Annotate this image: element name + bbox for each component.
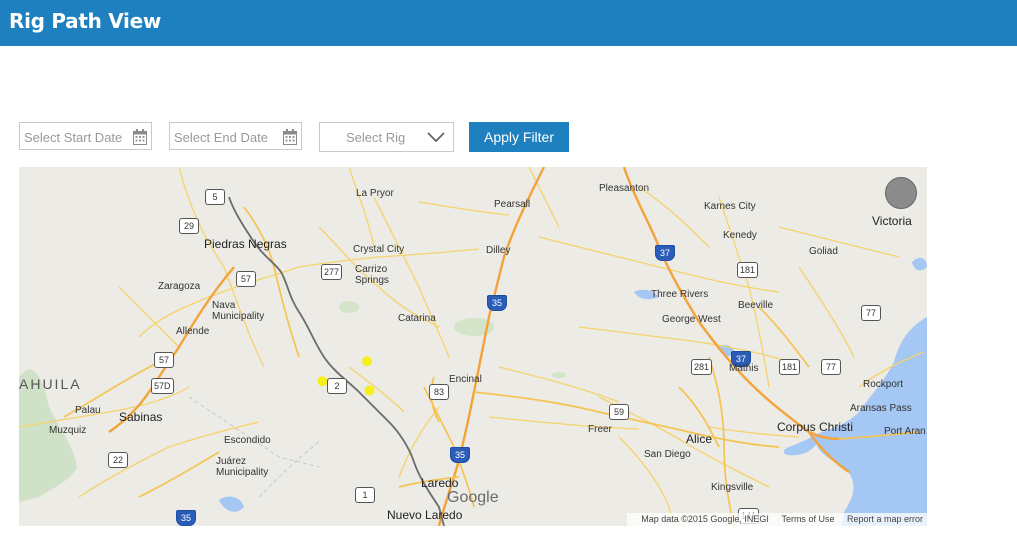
highway-shield-37: 37 <box>655 245 675 261</box>
highway-shield-281: 281 <box>691 359 713 375</box>
city-muzquiz: Muzquiz <box>49 425 87 436</box>
calendar-icon[interactable] <box>283 129 297 145</box>
rig-select-value: Select Rig <box>346 130 406 145</box>
map-data-credit: Map data ©2015 Google, INEGI <box>641 514 769 524</box>
apply-filter-button[interactable]: Apply Filter <box>469 122 569 152</box>
highway-shield-35: 35 <box>487 295 507 311</box>
chevron-down-icon <box>427 132 445 143</box>
highway-shield-57: 57 <box>236 271 256 287</box>
city-laredo: Laredo <box>421 476 459 490</box>
city-nuevo-laredo: Nuevo Laredo <box>387 508 463 522</box>
city-catarina: Catarina <box>398 313 436 324</box>
city-three-rivers: Three Rivers <box>651 289 709 300</box>
city-escondido: Escondido <box>224 435 271 446</box>
street-view-pegman-icon[interactable] <box>885 177 917 209</box>
report-map-error-link[interactable]: Report a map error <box>847 514 923 524</box>
city-nava: Nava Municipality <box>212 300 265 322</box>
city-sabinas: Sabinas <box>119 410 163 424</box>
rig-path-map[interactable]: 5 29 57 277 35 37 181 77 57 57D 2 83 59 281 37 181 77 22 1… <box>19 167 927 526</box>
city-karnes-city: Karnes City <box>704 201 756 212</box>
city-freer: Freer <box>588 424 612 435</box>
city-kingsville: Kingsville <box>711 482 754 493</box>
city-palau: Palau <box>75 405 101 416</box>
highway-shield-1: 1 <box>355 487 375 503</box>
google-logo: Google <box>447 489 499 506</box>
page-title: Rig Path View <box>9 9 162 33</box>
end-date-input[interactable]: Select End Date <box>169 122 302 150</box>
city-piedras-negras: Piedras Negras <box>204 237 287 251</box>
city-crystal-city: Crystal City <box>353 244 405 255</box>
city-dilley: Dilley <box>486 245 511 256</box>
highway-shield-22: 22 <box>108 452 128 468</box>
calendar-icon[interactable] <box>133 129 147 145</box>
city-aransas-pass: Aransas Pass <box>850 403 912 414</box>
highway-shield-57D: 57D <box>151 378 174 394</box>
city-mathis: Mathis <box>729 363 759 374</box>
highway-shield-77: 77 <box>821 359 841 375</box>
rig-select[interactable]: Select Rig <box>319 122 454 152</box>
highway-shield-277: 277 <box>321 264 343 280</box>
highway-shield-35: 35 <box>450 447 470 463</box>
highway-shield-59: 59 <box>609 404 629 420</box>
city-port-aransas: Port Aran <box>884 426 926 437</box>
highway-shield-181: 181 <box>737 262 759 278</box>
map-base <box>19 167 927 526</box>
start-date-placeholder: Select Start Date <box>24 130 123 145</box>
city-pearsall: Pearsall <box>494 199 531 210</box>
rig-point-2[interactable] <box>317 376 328 387</box>
city-rockport: Rockport <box>863 379 904 390</box>
end-date-placeholder: Select End Date <box>174 130 268 145</box>
start-date-input[interactable]: Select Start Date <box>19 122 152 150</box>
highway-shield-181: 181 <box>779 359 801 375</box>
page-header: Rig Path View <box>0 0 1017 46</box>
city-alice: Alice <box>686 432 713 446</box>
highway-shield-57: 57 <box>154 352 174 368</box>
city-corpus-christi: Corpus Christi <box>777 420 854 434</box>
city-beeville: Beeville <box>738 300 774 311</box>
city-la-pryor: La Pryor <box>356 188 394 199</box>
city-encinal: Encinal <box>449 374 482 385</box>
highway-shield-35: 35 <box>176 510 196 526</box>
city-kenedy: Kenedy <box>723 230 757 241</box>
rig-point-1[interactable] <box>362 356 373 367</box>
highway-shield-2: 2 <box>327 378 347 394</box>
city-george-west: George West <box>662 314 721 325</box>
city-juarez: Juárez Municipality <box>216 456 269 478</box>
highway-shield-29: 29 <box>179 218 199 234</box>
city-pleasanton: Pleasanton <box>599 183 650 194</box>
city-goliad: Goliad <box>809 246 838 257</box>
city-carrizo-springs: Carrizo Springs <box>355 264 389 286</box>
city-victoria: Victoria <box>872 214 912 228</box>
region-coahuila: AHUILA <box>19 376 82 392</box>
map-attribution: Map data ©2015 Google, INEGI Terms of Us… <box>627 513 927 526</box>
city-san-diego: San Diego <box>644 449 691 460</box>
rig-point-3[interactable] <box>364 385 375 396</box>
city-allende: Allende <box>176 326 210 337</box>
city-zaragoza: Zaragoza <box>158 281 201 292</box>
highway-shield-5: 5 <box>205 189 225 205</box>
highway-shield-83: 83 <box>429 384 449 400</box>
highway-shield-77: 77 <box>861 305 881 321</box>
terms-of-use-link[interactable]: Terms of Use <box>781 514 834 524</box>
